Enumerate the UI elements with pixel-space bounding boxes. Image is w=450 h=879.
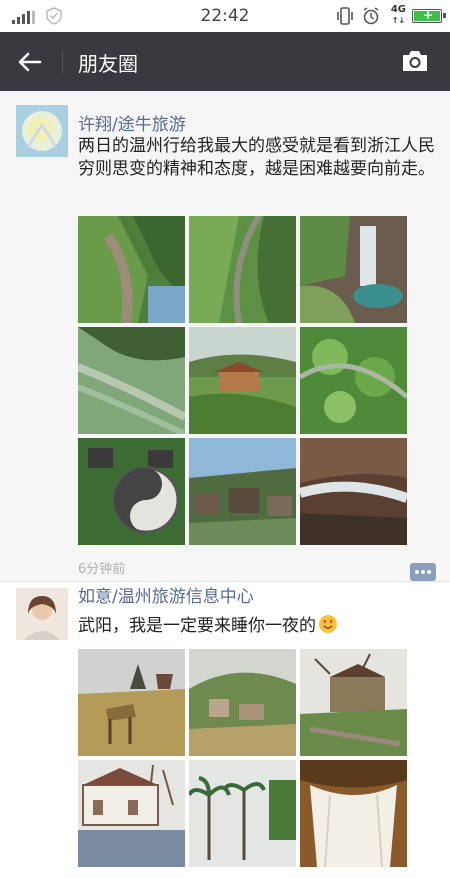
navbar: 朋友圈 [0,32,450,91]
photo-thumbnail[interactable] [78,438,185,545]
navbar-divider [62,50,63,74]
photo-thumbnail[interactable] [300,438,407,545]
post-author[interactable]: 如意/温州旅游信息中心 [78,582,254,607]
moments-feed: 许翔/途牛旅游 两日的温州行给我最大的感受就是看到浙江人民穷则思变的精神和态度，… [0,91,450,872]
post-timestamp: 6分钟前 [78,562,126,577]
post-text: 武阳，我是一定要来睡你一夜的 [78,614,438,638]
page-title: 朋友圈 [78,52,138,76]
photo-grid [78,649,408,879]
back-arrow-icon[interactable] [16,48,44,76]
clock: 22:42 [200,6,250,26]
photo-thumbnail[interactable] [78,649,185,756]
photo-thumbnail[interactable] [300,649,407,756]
photo-grid [78,216,408,545]
alarm-icon [363,7,379,25]
comment-action-button[interactable] [410,563,436,581]
avatar[interactable] [16,105,68,157]
vibrate-icon [337,7,353,25]
status-bar: 22:42 4G ↑↓ + [0,0,450,32]
photo-thumbnail[interactable] [78,216,185,323]
photo-thumbnail[interactable] [189,327,296,434]
photo-thumbnail[interactable] [78,760,185,867]
post-text: 两日的温州行给我最大的感受就是看到浙江人民穷则思变的精神和态度，越是困难越要向前… [78,136,435,179]
photo-thumbnail[interactable] [189,760,296,867]
moment-post: 如意/温州旅游信息中心 武阳，我是一定要来睡你一夜的 [0,582,450,872]
photo-thumbnail[interactable] [300,327,407,434]
photo-thumbnail[interactable] [189,438,296,545]
moment-post: 许翔/途牛旅游 两日的温州行给我最大的感受就是看到浙江人民穷则思变的精神和态度，… [0,91,450,581]
camera-icon[interactable] [400,47,430,75]
photo-thumbnail[interactable] [78,327,185,434]
photo-thumbnail[interactable] [300,760,407,867]
heart-eyes-emoji-icon [319,615,337,633]
battery-icon: + [412,8,446,23]
post-author[interactable]: 许翔/途牛旅游 [78,110,186,135]
photo-thumbnail[interactable] [189,649,296,756]
photo-thumbnail[interactable] [300,216,407,323]
photo-thumbnail[interactable] [189,216,296,323]
avatar[interactable] [16,588,68,640]
network-indicator: 4G ↑↓ [390,4,406,25]
